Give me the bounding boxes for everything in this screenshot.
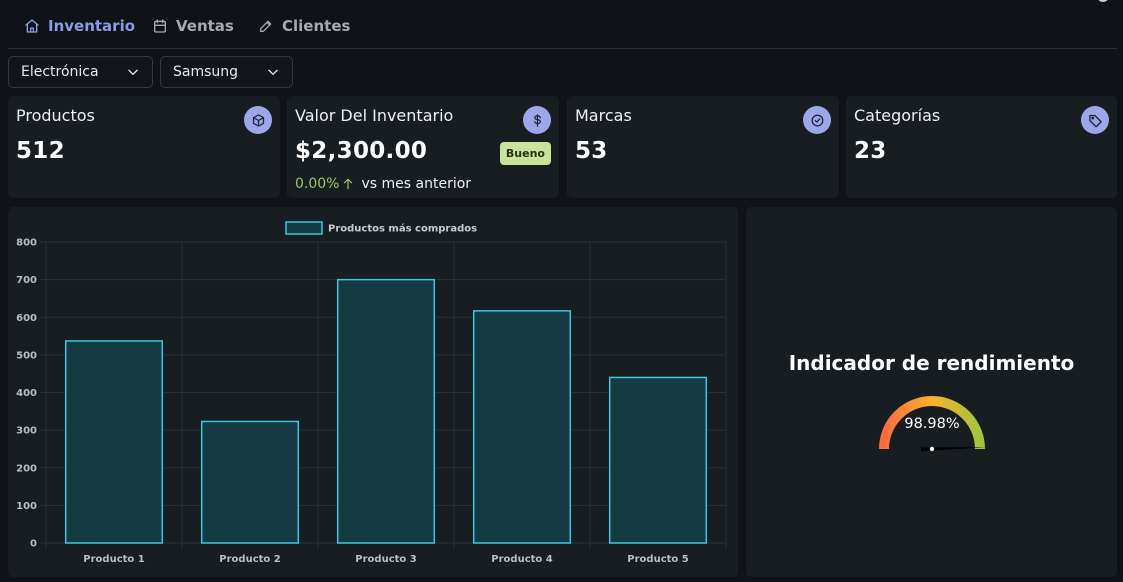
inventory-value-card: Valor Del Inventario $2,300.00 Bueno 0.0… [287, 96, 559, 198]
bar-producto-5[interactable] [608, 376, 708, 544]
card-value: 23 [854, 138, 887, 164]
y-tick-label: 400 [16, 388, 37, 399]
trend-indicator: 0.00% vs mes anterior [295, 176, 471, 192]
x-tick-label: Producto 1 [83, 554, 144, 565]
chevron-down-icon [268, 69, 278, 75]
products-card: Productos 512 [8, 96, 280, 198]
chevron-down-icon [128, 69, 138, 75]
tab-clientes-label: Clientes [282, 17, 351, 35]
dollar-icon [523, 106, 551, 134]
card-value: $2,300.00 [295, 138, 428, 164]
gauge-needle-pivot [929, 446, 935, 452]
tab-ventas[interactable]: Ventas [152, 14, 234, 38]
brand-select[interactable]: Samsung [160, 56, 293, 88]
pencil-icon [260, 20, 272, 32]
y-tick-label: 0 [30, 539, 37, 550]
arrow-up-icon [344, 178, 353, 190]
y-tick-label: 200 [16, 463, 37, 474]
trend-text: vs mes anterior [361, 176, 472, 192]
gauge-value: 98.98% [904, 416, 959, 432]
brand-select-value: Samsung [173, 64, 239, 80]
y-tick-label: 700 [16, 275, 37, 286]
y-tick-label: 600 [16, 313, 37, 324]
x-tick-label: Producto 5 [627, 554, 688, 565]
bar-chart-panel: 0 100 200 300 400 500 600 700 800 Producto 1 Produ… [8, 207, 738, 577]
bar-producto-1[interactable] [64, 340, 164, 544]
card-value: 53 [575, 138, 608, 164]
gauge-title: Indicador de rendimiento [788, 351, 1075, 375]
tag-icon [1081, 106, 1109, 134]
y-tick-label: 300 [16, 426, 37, 437]
category-select-value: Electrónica [21, 64, 99, 80]
bar-producto-3[interactable] [336, 278, 436, 544]
legend-label: Productos más comprados [328, 223, 477, 235]
y-tick-label: 500 [16, 350, 37, 361]
check-circle-icon [803, 106, 831, 134]
box-icon [244, 106, 272, 134]
bar-producto-4[interactable] [472, 310, 572, 544]
bar-producto-2[interactable] [200, 420, 300, 544]
card-title: Categorías [854, 106, 941, 125]
tab-ventas-label: Ventas [176, 17, 234, 35]
status-badge: Bueno [499, 142, 551, 165]
bar-chart: 0 100 200 300 400 500 600 700 800 Producto 1 Produ… [16, 221, 727, 565]
tab-clientes[interactable]: Clientes [258, 14, 350, 38]
card-title: Marcas [575, 106, 632, 125]
tab-inventario-label: Inventario [48, 17, 136, 35]
card-title: Valor Del Inventario [295, 106, 454, 125]
performance-panel: Indicador de rendimiento 98.98% [746, 207, 1117, 577]
category-select[interactable]: Electrónica [8, 56, 153, 88]
categories-card: Categorías 23 [846, 96, 1117, 198]
y-tick-label: 800 [16, 238, 37, 249]
brands-card: Marcas 53 [567, 96, 839, 198]
calendar-icon [154, 19, 166, 33]
legend-swatch [285, 221, 323, 235]
card-title: Productos [16, 106, 95, 125]
top-nav: Inventario Ventas Clientes [8, 0, 1117, 49]
home-icon [25, 19, 39, 33]
trend-percentage: 0.00% [295, 176, 340, 192]
tab-inventario[interactable]: Inventario [24, 14, 135, 38]
x-tick-label: Producto 2 [219, 554, 280, 565]
x-tick-label: Producto 4 [491, 554, 552, 565]
card-value: 512 [16, 138, 65, 164]
y-tick-label: 100 [16, 501, 37, 512]
x-tick-label: Producto 3 [355, 554, 416, 565]
performance-gauge: 98.98% [879, 396, 986, 452]
